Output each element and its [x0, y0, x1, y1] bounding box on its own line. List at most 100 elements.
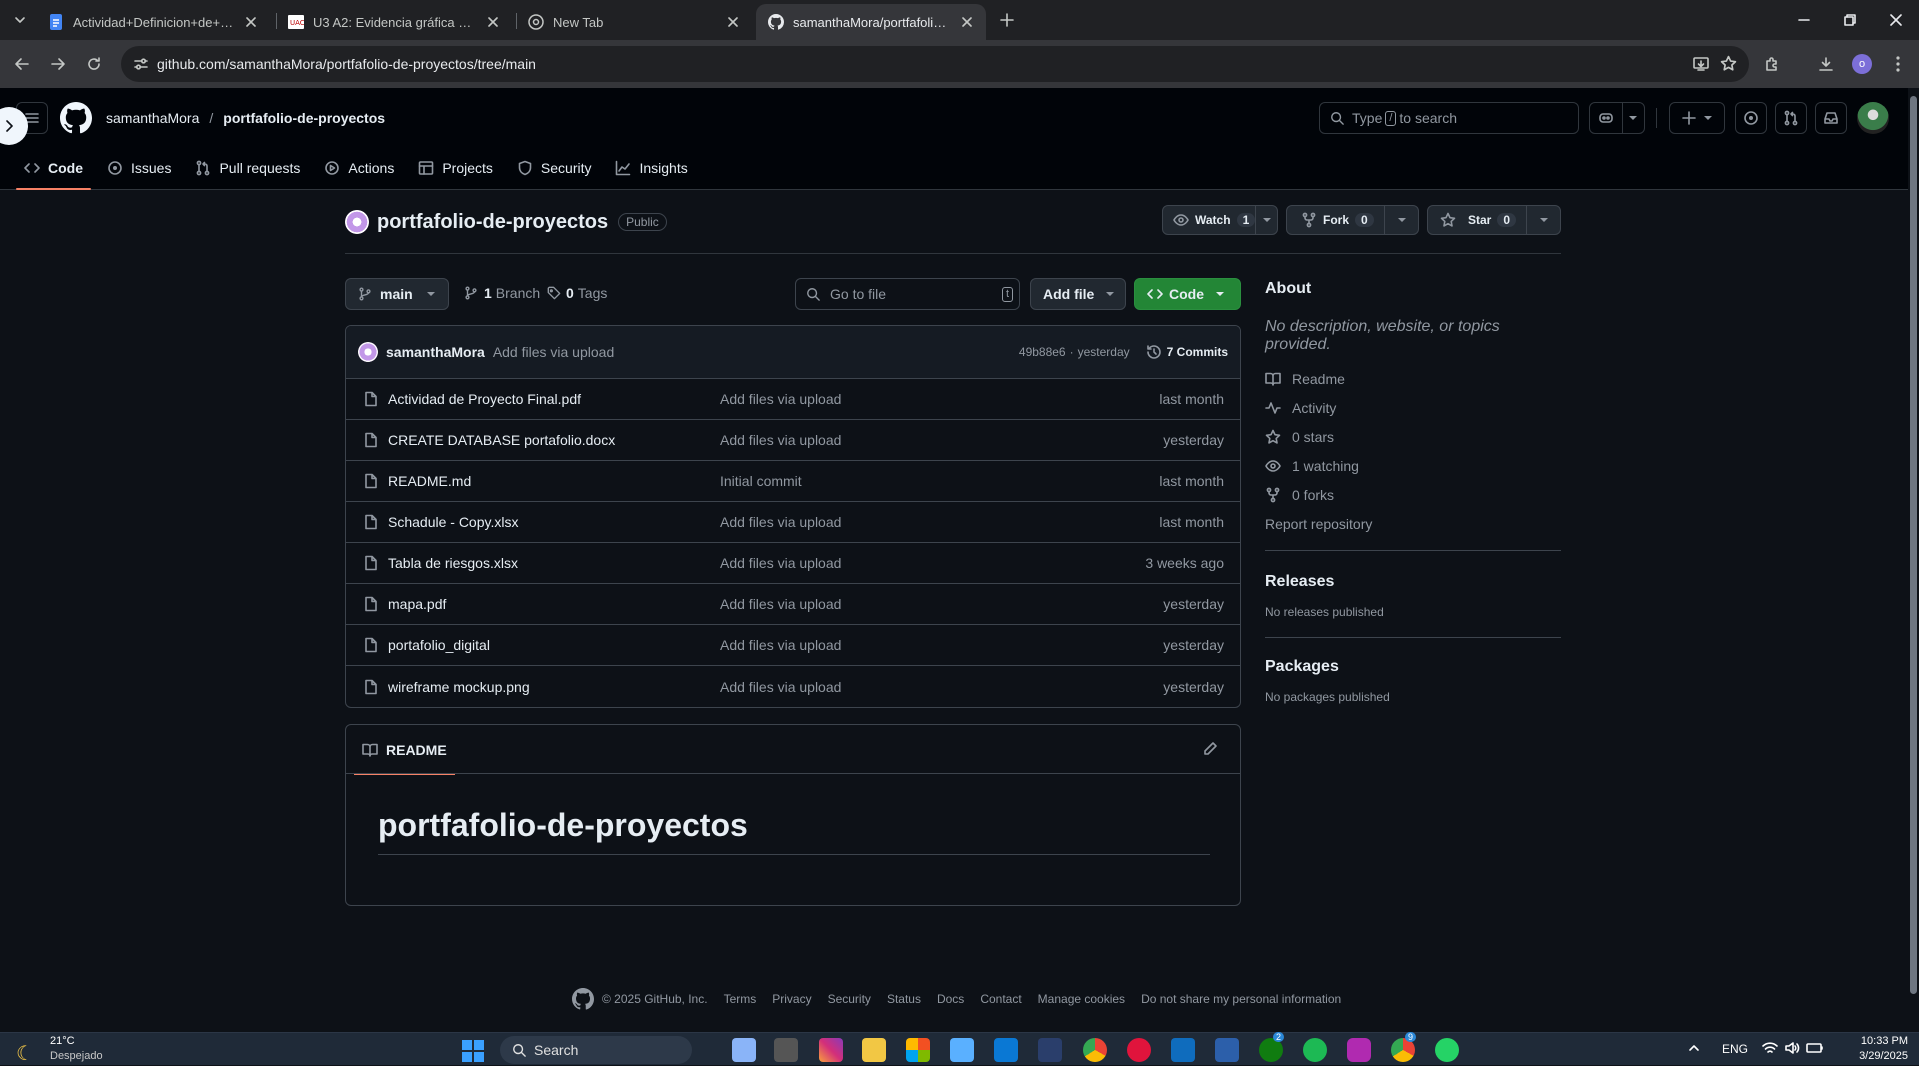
tab-pull-requests[interactable]: Pull requests: [187, 148, 308, 188]
commits-link[interactable]: 7 Commits: [1146, 344, 1228, 360]
create-new-button[interactable]: [1669, 102, 1725, 134]
network-app-icon[interactable]: [1038, 1038, 1062, 1062]
browser-menu-icon[interactable]: [1884, 50, 1912, 78]
reload-icon[interactable]: [80, 50, 108, 78]
star-button[interactable]: Star 0: [1427, 205, 1561, 235]
install-app-icon[interactable]: [1693, 56, 1709, 72]
table-row[interactable]: Actividad de Proyecto Final.pdf Add files…: [346, 379, 1240, 420]
releases-title[interactable]: Releases: [1265, 573, 1561, 591]
table-row[interactable]: Tabla de riesgos.xlsx Add files via uploa…: [346, 543, 1240, 584]
file-commit-message[interactable]: Add files via upload: [720, 514, 841, 530]
watch-chevron-icon[interactable]: [1255, 206, 1277, 234]
whatsapp-icon[interactable]: [1435, 1038, 1459, 1062]
footer-docs-link[interactable]: Docs: [937, 992, 964, 1006]
file-commit-message[interactable]: Add files via upload: [720, 555, 841, 571]
tab-insights[interactable]: Insights: [607, 148, 695, 188]
tags-link[interactable]: 0 Tags: [547, 285, 607, 301]
commit-sha[interactable]: 49b88e6: [1019, 345, 1066, 359]
site-info-icon[interactable]: [133, 56, 149, 72]
file-name[interactable]: wireframe mockup.png: [388, 679, 530, 695]
browser-tab-1[interactable]: Actividad+Definicion+de+Probl: [36, 4, 270, 40]
table-row[interactable]: portafolio_digital Add files via upload ye…: [346, 625, 1240, 666]
star-chevron-icon[interactable]: [1526, 206, 1560, 234]
user-avatar[interactable]: [1857, 102, 1889, 134]
new-tab-plus-icon[interactable]: [995, 8, 1019, 32]
tab-actions[interactable]: Actions: [316, 148, 402, 188]
file-name[interactable]: mapa.pdf: [388, 596, 446, 612]
terminal-app-icon[interactable]: [774, 1038, 798, 1062]
chrome-active-icon[interactable]: 9: [1391, 1032, 1417, 1062]
address-bar[interactable]: github.com/samanthaMora/portfafolio-de-p…: [121, 46, 1749, 82]
wifi-icon[interactable]: [1762, 1041, 1778, 1055]
copilot-button[interactable]: [1589, 102, 1645, 134]
github-footer-logo-icon[interactable]: [572, 988, 594, 1010]
readme-tab[interactable]: README: [354, 725, 455, 775]
close-tab-icon[interactable]: [724, 13, 742, 31]
breadcrumb-repo[interactable]: portfafolio-de-proyectos: [223, 110, 385, 126]
task-view-icon[interactable]: [732, 1038, 756, 1062]
footer-status-link[interactable]: Status: [887, 992, 921, 1006]
powershell-icon[interactable]: [1215, 1038, 1239, 1062]
about-item-pulse[interactable]: Activity: [1265, 393, 1561, 422]
watch-button[interactable]: Watch 1: [1162, 205, 1278, 235]
global-search-input[interactable]: Type / to search: [1319, 102, 1579, 134]
tab-search-chevron-icon[interactable]: [8, 8, 32, 32]
chrome-taskbar-icon[interactable]: [1083, 1038, 1107, 1062]
browser-tab-3[interactable]: New Tab: [516, 4, 752, 40]
file-name[interactable]: Schadule - Copy.xlsx: [388, 514, 518, 530]
about-item-fork[interactable]: 0 forks: [1265, 480, 1561, 509]
pull-requests-header-icon[interactable]: [1775, 102, 1807, 134]
fork-chevron-icon[interactable]: [1384, 206, 1418, 234]
minimize-window-icon[interactable]: [1781, 0, 1827, 40]
spotify-icon[interactable]: [1303, 1038, 1327, 1062]
language-indicator[interactable]: ENG: [1722, 1042, 1748, 1056]
volume-icon[interactable]: [1784, 1041, 1800, 1055]
file-name[interactable]: CREATE DATABASE portafolio.docx: [388, 432, 615, 448]
branches-link[interactable]: 1 Branch: [464, 285, 540, 301]
table-row[interactable]: Schadule - Copy.xlsx Add files via upload…: [346, 502, 1240, 543]
profile-avatar[interactable]: o: [1848, 50, 1876, 78]
browser-tab-active[interactable]: samanthaMora/portfafolio-de-p: [756, 4, 986, 40]
table-row[interactable]: README.md Initial commit last month: [346, 461, 1240, 502]
tab-issues[interactable]: Issues: [99, 148, 179, 188]
file-commit-message[interactable]: Add files via upload: [720, 391, 841, 407]
scrollbar-thumb[interactable]: [1910, 96, 1917, 994]
code-button[interactable]: Code: [1134, 278, 1241, 310]
footer-contact-link[interactable]: Contact: [980, 992, 1021, 1006]
tab-code[interactable]: Code: [16, 148, 91, 190]
instagram-alt-icon[interactable]: [1347, 1038, 1371, 1062]
footer-terms-link[interactable]: Terms: [724, 992, 757, 1006]
table-row[interactable]: wireframe mockup.png Add files via upload…: [346, 666, 1240, 707]
footer-privacy-link[interactable]: Privacy: [772, 992, 811, 1006]
close-tab-icon[interactable]: [958, 13, 976, 31]
file-commit-message[interactable]: Add files via upload: [720, 596, 841, 612]
tab-projects[interactable]: Projects: [410, 148, 501, 188]
file-commit-message[interactable]: Add files via upload: [720, 679, 841, 695]
github-logo-icon[interactable]: [60, 102, 92, 134]
fork-button[interactable]: Fork 0: [1286, 205, 1419, 235]
battery-icon[interactable]: [1806, 1041, 1824, 1055]
copilot-chevron-icon[interactable]: [1621, 103, 1637, 133]
instagram-icon[interactable]: [819, 1038, 843, 1062]
app-cube-icon[interactable]: [950, 1038, 974, 1062]
close-window-icon[interactable]: [1873, 0, 1919, 40]
extensions-puzzle-icon[interactable]: [1758, 50, 1786, 78]
tab-security[interactable]: Security: [509, 148, 600, 188]
breadcrumb-owner[interactable]: samanthaMora: [106, 110, 199, 126]
about-item-eye[interactable]: 1 watching: [1265, 451, 1561, 480]
report-repository-link[interactable]: Report repository: [1265, 509, 1561, 538]
table-row[interactable]: mapa.pdf Add files via upload yesterday: [346, 584, 1240, 625]
about-item-book[interactable]: Readme: [1265, 364, 1561, 393]
about-item-star[interactable]: 0 stars: [1265, 422, 1561, 451]
opera-icon[interactable]: [1127, 1038, 1151, 1062]
weather-temp[interactable]: 21°C: [50, 1035, 75, 1047]
bookmark-star-icon[interactable]: [1720, 55, 1737, 72]
edit-pencil-icon[interactable]: [1202, 741, 1218, 757]
inbox-icon[interactable]: [1815, 102, 1847, 134]
file-commit-message[interactable]: Initial commit: [720, 473, 802, 489]
commit-author[interactable]: samanthaMora: [386, 344, 485, 360]
restore-window-icon[interactable]: [1827, 0, 1873, 40]
outlook-icon[interactable]: [1171, 1038, 1195, 1062]
vscode-icon[interactable]: [994, 1038, 1018, 1062]
forward-arrow-icon[interactable]: [44, 50, 72, 78]
